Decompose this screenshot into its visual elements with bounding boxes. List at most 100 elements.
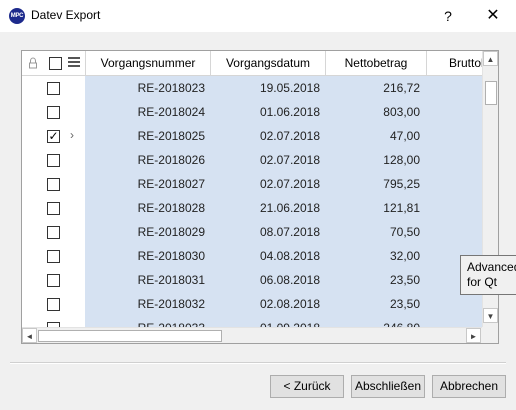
- table-row[interactable]: RE-2018027 02.07.2018 795,25: [22, 172, 482, 196]
- cell-vorgangsnummer: RE-2018032: [137, 297, 205, 311]
- row-utility-cell: [22, 100, 85, 124]
- table-row[interactable]: RE-2018024 01.06.2018 803,00: [22, 100, 482, 124]
- cell-vorgangsdatum: 02.07.2018: [259, 129, 320, 143]
- lock-icon[interactable]: [28, 57, 38, 69]
- table-row[interactable]: RE-2018023 19.05.2018 216,72: [22, 76, 482, 100]
- table-row[interactable]: RE-2018029 08.07.2018 70,50: [22, 220, 482, 244]
- row-data-area[interactable]: RE-2018023 19.05.2018 216,72: [85, 76, 482, 100]
- cell-nettobetrag: 47,00: [389, 129, 420, 143]
- cell-vorgangsdatum: 19.05.2018: [259, 81, 320, 95]
- cell-vorgangsnummer: RE-2018031: [137, 273, 205, 287]
- app-logo-icon: MPC: [9, 8, 25, 24]
- row-data-area[interactable]: RE-2018031 06.08.2018 23,50: [85, 268, 482, 292]
- tooltip: Advanced Docking for Qt: [460, 255, 516, 295]
- table-row[interactable]: RE-2018030 04.08.2018 32,00: [22, 244, 482, 268]
- cell-vorgangsdatum: 21.06.2018: [259, 201, 320, 215]
- close-button[interactable]: ✕: [470, 0, 516, 32]
- scrollbar-corner: [482, 327, 498, 343]
- row-checkbox[interactable]: [47, 202, 60, 215]
- cell-vorgangsdatum: 01.06.2018: [259, 105, 320, 119]
- tooltip-line-1: Advanced Docking: [467, 260, 516, 274]
- row-data-area[interactable]: RE-2018028 21.06.2018 121,81: [85, 196, 482, 220]
- row-checkbox[interactable]: [47, 298, 60, 311]
- cell-vorgangsnummer: RE-2018025: [137, 129, 205, 143]
- row-data-area[interactable]: RE-2018030 04.08.2018 32,00: [85, 244, 482, 268]
- table-row[interactable]: RE-2018031 06.08.2018 23,50: [22, 268, 482, 292]
- cell-nettobetrag: 795,25: [383, 177, 420, 191]
- row-data-area[interactable]: RE-2018032 02.08.2018 23,50: [85, 292, 482, 316]
- horizontal-scroll-thumb[interactable]: [38, 330, 222, 342]
- window-title: Datev Export: [31, 8, 101, 22]
- back-button[interactable]: < Zurück: [270, 375, 344, 398]
- row-data-area[interactable]: RE-2018027 02.07.2018 795,25: [85, 172, 482, 196]
- scroll-left-button[interactable]: ◄: [22, 328, 37, 343]
- cell-vorgangsnummer: RE-2018027: [137, 177, 205, 191]
- cell-nettobetrag: 128,00: [383, 153, 420, 167]
- vertical-scroll-thumb[interactable]: [485, 81, 497, 105]
- scroll-right-button[interactable]: ►: [466, 328, 481, 343]
- column-menu-icon[interactable]: [68, 57, 80, 69]
- tooltip-line-2: for Qt: [467, 275, 498, 289]
- cell-vorgangsnummer: RE-2018028: [137, 201, 205, 215]
- row-data-area[interactable]: RE-2018025 02.07.2018 47,00: [85, 124, 482, 148]
- row-utility-cell: [22, 268, 85, 292]
- column-header-vorgangsdatum[interactable]: Vorgangsdatum: [211, 51, 326, 75]
- cell-vorgangsdatum: 08.07.2018: [259, 225, 320, 239]
- cell-vorgangsdatum: 06.08.2018: [259, 273, 320, 287]
- row-utility-cell: [22, 292, 85, 316]
- cell-nettobetrag: 70,50: [389, 225, 420, 239]
- cell-vorgangsnummer: RE-2018026: [137, 153, 205, 167]
- table-body: RE-2018023 19.05.2018 216,72 RE-2018024 01.0…: [22, 76, 482, 328]
- cell-nettobetrag: 803,00: [383, 105, 420, 119]
- cell-vorgangsdatum: 02.08.2018: [259, 297, 320, 311]
- row-utility-cell: [22, 76, 85, 100]
- table-row[interactable]: RE-2018032 02.08.2018 23,50: [22, 292, 482, 316]
- footer-separator: [10, 362, 506, 364]
- cell-nettobetrag: 23,50: [389, 297, 420, 311]
- cell-nettobetrag: 121,81: [383, 201, 420, 215]
- help-button[interactable]: ?: [425, 0, 471, 32]
- row-utility-cell: [22, 196, 85, 220]
- row-utility-cell: [22, 244, 85, 268]
- table-row[interactable]: RE-2018028 21.06.2018 121,81: [22, 196, 482, 220]
- cancel-button[interactable]: Abbrechen: [432, 375, 506, 398]
- row-utility-cell: [22, 172, 85, 196]
- cell-vorgangsnummer: RE-2018029: [137, 225, 205, 239]
- row-utility-cell: [22, 220, 85, 244]
- row-checkbox[interactable]: [47, 82, 60, 95]
- table-row[interactable]: ✓ › RE-2018025 02.07.2018 47,00: [22, 124, 482, 148]
- row-checkbox[interactable]: ✓: [47, 130, 60, 143]
- select-all-checkbox[interactable]: [49, 57, 62, 70]
- row-checkbox[interactable]: [47, 250, 60, 263]
- scroll-up-button[interactable]: ▲: [483, 51, 498, 66]
- table-row[interactable]: RE-2018026 02.07.2018 128,00: [22, 148, 482, 172]
- horizontal-scrollbar[interactable]: ◄ ►: [22, 327, 482, 343]
- column-header-vorgangsnummer[interactable]: Vorgangsnummer: [86, 51, 211, 75]
- row-checkbox[interactable]: [47, 274, 60, 287]
- column-header-nettobetrag[interactable]: Nettobetrag: [326, 51, 427, 75]
- cell-vorgangsdatum: 02.07.2018: [259, 153, 320, 167]
- row-utility-cell: ✓ ›: [22, 124, 85, 148]
- title-bar: MPC Datev Export ? ✕: [0, 0, 516, 32]
- cell-nettobetrag: 32,00: [389, 249, 420, 263]
- row-data-area[interactable]: RE-2018029 08.07.2018 70,50: [85, 220, 482, 244]
- header-utility-area: [22, 51, 86, 75]
- row-data-area[interactable]: RE-2018024 01.06.2018 803,00: [85, 100, 482, 124]
- current-row-chevron-icon: ›: [70, 128, 74, 142]
- row-data-area[interactable]: RE-2018026 02.07.2018 128,00: [85, 148, 482, 172]
- cell-vorgangsdatum: 02.07.2018: [259, 177, 320, 191]
- scroll-down-button[interactable]: ▼: [483, 308, 498, 323]
- row-checkbox[interactable]: [47, 106, 60, 119]
- row-utility-cell: [22, 148, 85, 172]
- row-checkbox[interactable]: [47, 178, 60, 191]
- row-checkbox[interactable]: [47, 154, 60, 167]
- cell-vorgangsnummer: RE-2018030: [137, 249, 205, 263]
- cell-vorgangsnummer: RE-2018024: [137, 105, 205, 119]
- export-table: Vorgangsnummer Vorgangsdatum Nettobetrag…: [21, 50, 499, 344]
- cell-vorgangsnummer: RE-2018023: [137, 81, 205, 95]
- finish-button[interactable]: Abschließen: [351, 375, 425, 398]
- row-checkbox[interactable]: [47, 226, 60, 239]
- cell-vorgangsdatum: 04.08.2018: [259, 249, 320, 263]
- cell-nettobetrag: 216,72: [383, 81, 420, 95]
- table-header: Vorgangsnummer Vorgangsdatum Nettobetrag…: [22, 51, 498, 76]
